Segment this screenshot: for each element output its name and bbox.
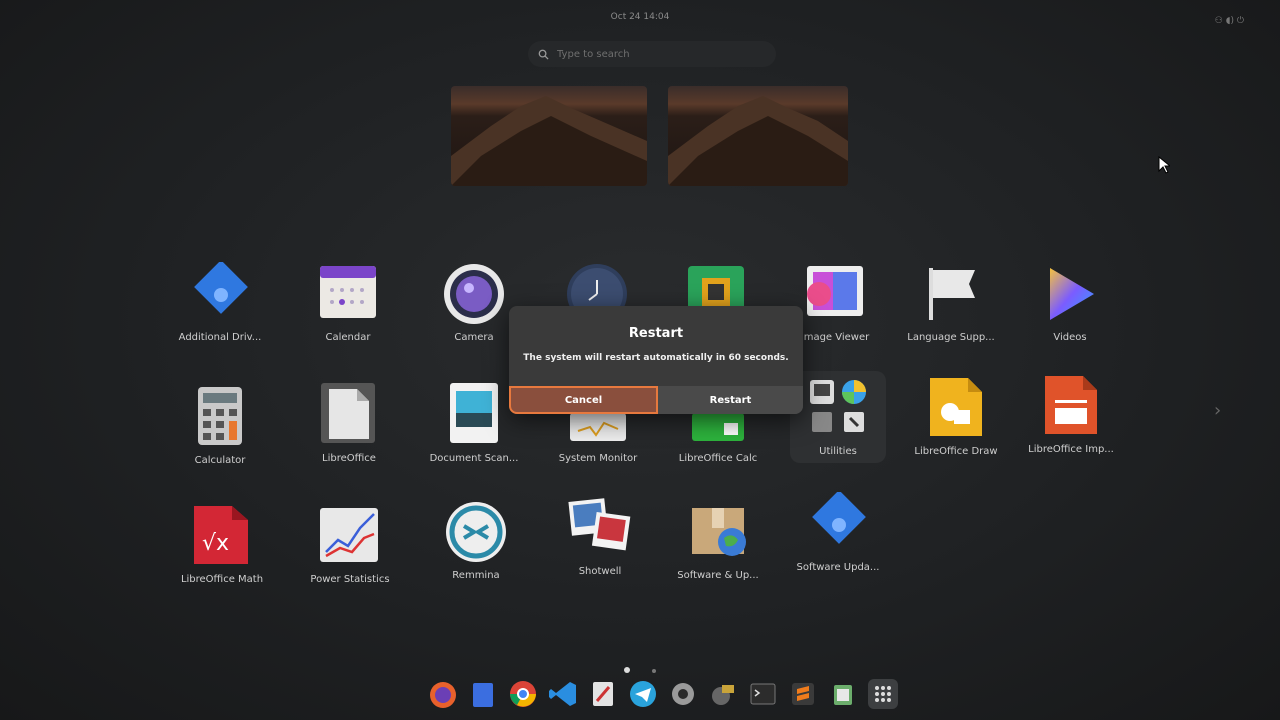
app-label: Additional Driv... — [178, 332, 262, 343]
app-videos[interactable]: Videos — [1010, 262, 1130, 343]
app-libreoffice[interactable]: LibreOffice — [289, 383, 409, 464]
videos-icon — [1038, 262, 1102, 326]
app-calendar[interactable]: Calendar — [288, 262, 408, 343]
telegram-icon[interactable] — [628, 679, 658, 709]
volume-icon: ◖) — [1225, 16, 1234, 26]
app-label: Software Upda... — [796, 562, 880, 573]
app-label: LibreOffice Draw — [914, 446, 998, 457]
app-label: Power Statistics — [310, 574, 390, 585]
next-page-arrow-icon[interactable]: › — [1214, 400, 1221, 421]
power-icon: ⏻ — [1236, 16, 1244, 26]
workspace-thumbnail-1[interactable] — [451, 86, 647, 186]
clock[interactable]: Oct 24 14:04 — [0, 12, 1280, 22]
search-icon — [538, 49, 549, 60]
app-language-support[interactable]: Language Supp... — [891, 262, 1011, 343]
camera-icon — [442, 262, 506, 326]
app-label: Language Supp... — [907, 332, 995, 343]
math-icon: √x — [190, 504, 254, 568]
app-label: LibreOffice Calc — [678, 453, 758, 464]
files-icon[interactable] — [468, 679, 498, 709]
dialog-message: The system will restart automatically in… — [523, 353, 789, 363]
libreoffice-icon — [317, 383, 381, 447]
app-label: LibreOffice Imp... — [1028, 444, 1114, 455]
impress-icon — [1039, 374, 1103, 438]
top-bar: Oct 24 14:04 ⚇ ◖) ⏻ — [0, 0, 1280, 34]
utilities-folder-icon — [806, 376, 870, 440]
app-label: Utilities — [819, 446, 857, 457]
app-label: LibreOffice Math — [180, 574, 264, 585]
app-label: System Monitor — [558, 453, 638, 464]
svg-text:√x: √x — [202, 531, 229, 556]
firefox-icon[interactable] — [428, 679, 458, 709]
app-label: Shotwell — [578, 566, 622, 577]
text-editor-icon[interactable] — [588, 679, 618, 709]
system-status-icons[interactable]: ⚇ ◖) ⏻ — [1215, 16, 1244, 26]
app-libreoffice-draw[interactable]: LibreOffice Draw — [896, 376, 1016, 457]
app-label: Document Scan... — [429, 453, 519, 464]
app-label: Calculator — [194, 455, 246, 466]
network-icon: ⚇ — [1214, 16, 1223, 26]
draw-icon — [924, 376, 988, 440]
dock — [424, 668, 904, 720]
calculator-icon — [188, 385, 252, 449]
trash-icon[interactable] — [828, 679, 858, 709]
app-additional-drivers[interactable]: Additional Driv... — [160, 260, 280, 343]
calendar-icon — [316, 262, 380, 326]
additional-drivers-icon — [188, 260, 252, 326]
dialog-buttons: Cancel Restart — [509, 386, 803, 414]
app-software-and-updates[interactable]: Software & Up... — [658, 500, 778, 581]
scanner-icon — [442, 383, 506, 447]
software-updater-icon — [806, 490, 870, 556]
app-software-updater[interactable]: Software Upda... — [778, 490, 898, 573]
chrome-icon[interactable] — [508, 679, 538, 709]
app-power-statistics[interactable]: Power Statistics — [290, 504, 410, 585]
app-libreoffice-math[interactable]: √x LibreOffice Math — [162, 504, 282, 585]
power-statistics-icon — [318, 504, 382, 568]
restart-dialog: Restart The system will restart automati… — [509, 306, 803, 414]
vscode-icon[interactable] — [548, 679, 578, 709]
mouse-cursor-icon — [1158, 155, 1172, 178]
shotwell-icon — [568, 496, 632, 560]
search-bar[interactable] — [528, 41, 776, 67]
app-libreoffice-impress[interactable]: LibreOffice Imp... — [1011, 374, 1131, 455]
flag-icon — [919, 262, 983, 326]
search-input[interactable] — [555, 47, 759, 61]
settings-icon[interactable] — [668, 679, 698, 709]
app-label: Software & Up... — [677, 570, 759, 581]
cancel-button[interactable]: Cancel — [509, 386, 658, 414]
workspace-thumbnail-2[interactable] — [668, 86, 848, 186]
terminal-icon[interactable] — [748, 679, 778, 709]
dialog-title: Restart — [628, 326, 684, 341]
workspace-icon[interactable] — [708, 679, 738, 709]
restart-button[interactable]: Restart — [658, 386, 803, 414]
app-calculator[interactable]: Calculator — [160, 385, 280, 466]
app-label: LibreOffice — [322, 453, 376, 464]
remmina-icon — [444, 500, 508, 564]
image-viewer-icon — [803, 262, 867, 326]
sublime-icon[interactable] — [788, 679, 818, 709]
app-label: Remmina — [452, 570, 500, 581]
app-remmina[interactable]: Remmina — [416, 500, 536, 581]
app-label: Videos — [1053, 332, 1087, 343]
software-updates-box-icon — [686, 500, 750, 564]
app-grid-icon[interactable] — [868, 679, 898, 709]
app-shotwell[interactable]: Shotwell — [540, 496, 660, 577]
app-label: Calendar — [325, 332, 371, 343]
